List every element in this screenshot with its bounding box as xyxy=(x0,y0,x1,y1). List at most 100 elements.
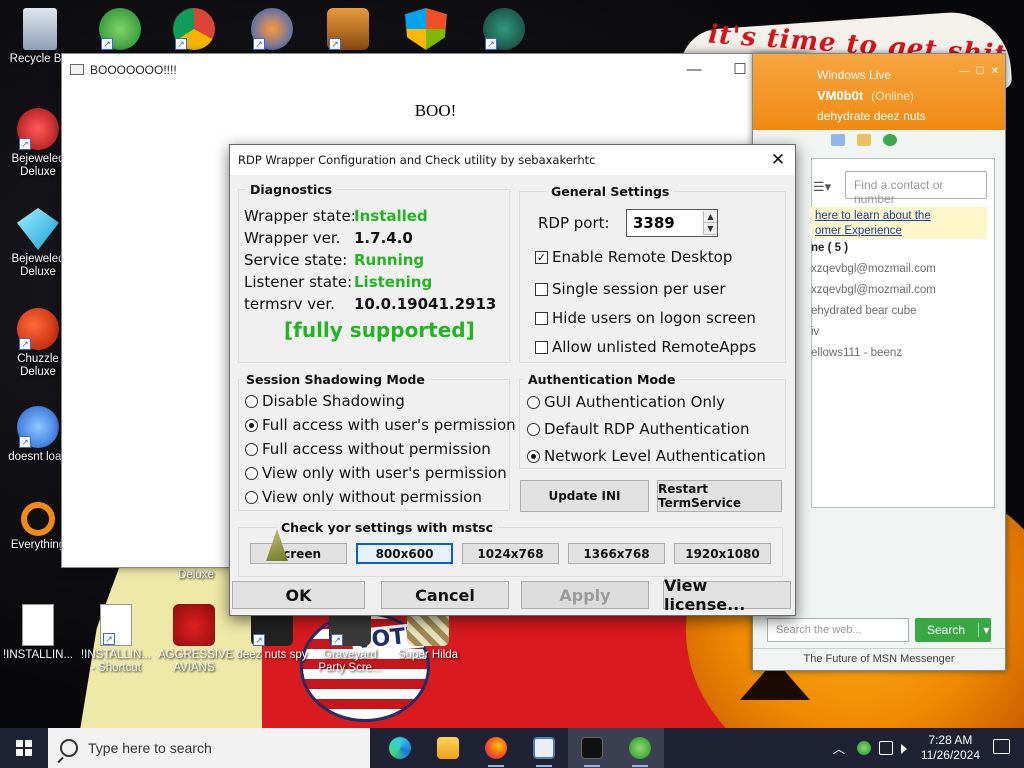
update-ini-button[interactable]: Update INI xyxy=(520,480,649,512)
shadow-option-view-without-permission[interactable]: View only without permission xyxy=(245,488,482,506)
radio-icon[interactable] xyxy=(245,442,258,456)
messenger-footer: The Future of MSN Messenger xyxy=(753,648,1005,670)
web-search-button[interactable]: Search ▾ xyxy=(915,618,991,642)
apply-button[interactable]: Apply xyxy=(521,581,649,609)
sort-contacts-icon[interactable]: ☰▾ xyxy=(813,179,831,195)
radio-icon[interactable] xyxy=(245,394,258,408)
messenger-personal-message[interactable]: dehydrate deez nuts xyxy=(817,109,1005,123)
hide-users-checkbox[interactable]: Hide users on logon screen xyxy=(535,309,756,327)
taskbar-notepad[interactable] xyxy=(520,728,568,768)
firefox-icon xyxy=(485,737,507,759)
show-hidden-icons-icon[interactable]: ︿ xyxy=(833,740,845,757)
radio-icon[interactable] xyxy=(245,466,258,480)
auth-option-gui[interactable]: GUI Authentication Only xyxy=(527,393,725,411)
messenger-maximize-icon[interactable]: ☐ xyxy=(976,66,985,77)
radio-icon[interactable] xyxy=(527,422,540,436)
taskbar-search-box[interactable]: Type here to search xyxy=(48,728,370,768)
resolution-button-800x600[interactable]: 800x600 xyxy=(356,543,453,564)
desktop-icon-aggressive-avians[interactable]: AGGRESSIVE AVIANS xyxy=(158,604,233,675)
rdp-dialog-titlebar[interactable]: RDP Wrapper Configuration and Check util… xyxy=(230,145,795,175)
chevron-down-icon[interactable]: ▾ xyxy=(978,623,990,637)
contact-search-input[interactable]: Find a contact or number xyxy=(845,171,987,206)
contact-item[interactable]: iv xyxy=(811,326,936,347)
clock-date: 11/26/2024 xyxy=(920,748,980,762)
taskbar-firefox[interactable] xyxy=(472,728,520,768)
contact-item[interactable]: xzqevbgl@mozmail.com xyxy=(811,263,936,284)
ok-button[interactable]: OK xyxy=(232,581,365,609)
messenger-minimize-icon[interactable]: — xyxy=(960,66,970,77)
desktop-icon-label: Everything xyxy=(10,539,66,551)
radio-selected-icon[interactable] xyxy=(245,418,258,432)
notification-icon[interactable] xyxy=(993,739,1010,754)
messenger-status[interactable]: (Online) xyxy=(871,89,914,103)
web-search-input[interactable]: Search the web... xyxy=(767,618,909,642)
spin-down-icon[interactable]: ▼ xyxy=(704,223,717,235)
rdp-port-stepper[interactable]: ▲ ▼ xyxy=(703,211,717,235)
terminal-icon xyxy=(581,737,603,759)
desktop-icon-installing-shortcut[interactable]: ↗ !INSTALLIN... - Shortcut xyxy=(80,604,152,675)
option-label: Disable Shadowing xyxy=(262,392,405,410)
messenger-username-text: VM0b0t xyxy=(817,88,864,103)
checkbox-icon[interactable] xyxy=(535,311,548,325)
single-session-checkbox[interactable]: Single session per user xyxy=(535,280,726,298)
spaces-icon[interactable] xyxy=(883,134,897,146)
desktop-icon-anime[interactable]: ↗ xyxy=(468,8,540,53)
messenger-tray-icon[interactable] xyxy=(856,741,871,755)
contact-item[interactable]: ellows111 - beenz xyxy=(811,347,936,368)
desktop-icon-installing[interactable]: !INSTALLIN... xyxy=(2,604,74,662)
enable-remote-desktop-checkbox[interactable]: ✓ Enable Remote Desktop xyxy=(535,248,732,266)
desktop-icon-messenger[interactable]: ↗ xyxy=(84,8,156,53)
minimize-icon[interactable]: — xyxy=(671,54,717,84)
desktop-icon-label: deez nuts spy xyxy=(236,649,308,661)
desktop-icon-p-app[interactable]: ↗ xyxy=(236,8,308,53)
folder-icon[interactable] xyxy=(857,134,871,146)
messenger-info-banner[interactable]: here to learn about the omer Experience xyxy=(811,207,987,239)
taskbar-messenger[interactable] xyxy=(616,728,664,768)
taskbar-terminal[interactable] xyxy=(568,728,616,768)
desktop-icon-label: Graveyard Party Scre... xyxy=(318,649,382,674)
option-label: View only without permission xyxy=(262,488,482,506)
shadow-option-full-with-permission[interactable]: Full access with user's permission xyxy=(245,416,516,434)
restart-termservice-button[interactable]: Restart TermService xyxy=(657,480,782,512)
checkbox-checked-icon[interactable]: ✓ xyxy=(535,250,548,264)
checkbox-icon[interactable] xyxy=(535,340,548,354)
network-icon[interactable] xyxy=(878,741,893,755)
auth-option-nla[interactable]: Network Level Authentication xyxy=(527,447,766,465)
contact-item[interactable]: ehydrated bear cube xyxy=(811,305,936,326)
radio-icon[interactable] xyxy=(245,490,258,504)
shadow-option-disable[interactable]: Disable Shadowing xyxy=(245,392,405,410)
rdp-wrapper-dialog[interactable]: RDP Wrapper Configuration and Check util… xyxy=(229,144,796,616)
radio-selected-icon[interactable] xyxy=(527,449,540,463)
messenger-close-icon[interactable]: ✕ xyxy=(991,66,999,77)
contact-group-header[interactable]: ne ( 5 ) xyxy=(811,242,936,263)
desktop-icon-door[interactable]: ↗ xyxy=(312,8,384,53)
checkbox-icon[interactable] xyxy=(535,282,548,296)
option-label: Network Level Authentication xyxy=(544,447,766,465)
start-button[interactable] xyxy=(0,728,48,768)
close-icon[interactable]: ✕ xyxy=(761,145,795,175)
messenger-username[interactable]: VM0b0t (Online) xyxy=(817,88,1005,103)
taskbar-file-explorer[interactable] xyxy=(424,728,472,768)
rdp-port-label: RDP port: xyxy=(538,214,610,232)
desktop-icon-windows-shield[interactable] xyxy=(390,8,462,53)
cancel-button[interactable]: Cancel xyxy=(381,581,509,609)
resolution-button-1024x768[interactable]: 1024x768 xyxy=(462,543,559,564)
resolution-button-1366x768[interactable]: 1366x768 xyxy=(568,543,665,564)
view-license-button[interactable]: View license... xyxy=(663,576,791,614)
mail-icon[interactable] xyxy=(831,134,845,146)
shadow-option-view-with-permission[interactable]: View only with user's permission xyxy=(245,464,507,482)
resolution-button-fullscreen[interactable]: screen xyxy=(250,543,347,564)
shadow-option-full-without-permission[interactable]: Full access without permission xyxy=(245,440,491,458)
taskbar-clock[interactable]: 7:28 AM 11/26/2024 xyxy=(921,733,980,763)
contact-item[interactable]: xzqevbgl@mozmail.com xyxy=(811,284,936,305)
mstsc-label: Check yor settings with mstsc xyxy=(277,520,498,535)
allow-remoteapps-checkbox[interactable]: Allow unlisted RemoteApps xyxy=(535,338,756,356)
radio-icon[interactable] xyxy=(527,395,540,409)
taskbar-edge[interactable] xyxy=(376,728,424,768)
auth-option-default[interactable]: Default RDP Authentication xyxy=(527,420,749,438)
windows-logo-icon xyxy=(16,740,32,756)
desktop-icon-chrome[interactable]: ↗ xyxy=(158,8,230,53)
volume-icon[interactable] xyxy=(900,743,907,754)
resolution-button-1920x1080[interactable]: 1920x1080 xyxy=(674,543,771,564)
spin-up-icon[interactable]: ▲ xyxy=(704,211,717,223)
